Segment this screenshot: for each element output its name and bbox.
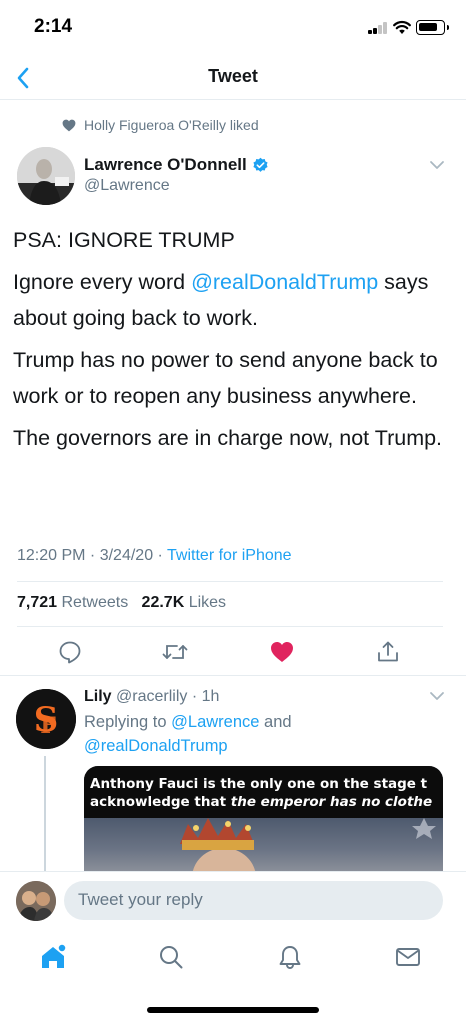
media-caption: Anthony Fauci is the only one on the sta… bbox=[84, 766, 443, 818]
divider bbox=[17, 626, 443, 627]
crowned-figure-image bbox=[180, 818, 436, 871]
heart-filled-icon bbox=[271, 642, 293, 662]
reply-author-name[interactable]: Lily bbox=[84, 688, 112, 705]
likes-label: Likes bbox=[188, 594, 227, 611]
sf-logo-icon: S F bbox=[16, 689, 76, 749]
media-scene bbox=[84, 818, 443, 871]
author-avatar[interactable] bbox=[17, 147, 75, 205]
tab-home[interactable] bbox=[35, 939, 71, 975]
navigation-bar: Tweet bbox=[0, 56, 466, 100]
mail-icon bbox=[396, 948, 420, 966]
tweet-paragraph: The governors are in charge now, not Tru… bbox=[13, 426, 443, 450]
reply-button[interactable] bbox=[56, 638, 84, 666]
reply-age: 1h bbox=[201, 688, 220, 705]
tweet-paragraph: Trump has no power to send anyone back t… bbox=[13, 348, 438, 408]
retweet-button[interactable] bbox=[161, 638, 189, 666]
replying-and: and bbox=[259, 713, 292, 731]
chevron-down-icon[interactable] bbox=[429, 160, 445, 170]
bell-icon bbox=[279, 946, 301, 969]
engagement-counts: 7,721 Retweets 22.7K Likes bbox=[17, 594, 226, 612]
tweet-source-link[interactable]: Twitter for iPhone bbox=[167, 547, 292, 564]
retweet-icon bbox=[162, 645, 188, 659]
comment-icon bbox=[59, 641, 81, 664]
author-handle[interactable]: @Lawrence bbox=[84, 177, 170, 195]
reply-input[interactable]: Tweet your reply bbox=[64, 881, 443, 920]
divider bbox=[0, 675, 466, 676]
tweet-paragraph: Ignore every word @realDonaldTrump says … bbox=[13, 264, 453, 336]
divider bbox=[17, 581, 443, 582]
media-caption-italic: the emperor has no clothe bbox=[230, 794, 433, 810]
thread-line bbox=[44, 756, 46, 871]
tab-messages[interactable] bbox=[390, 939, 426, 975]
reply-media-image[interactable]: Anthony Fauci is the only one on the sta… bbox=[84, 766, 443, 871]
likes-count: 22.7K bbox=[141, 594, 185, 611]
retweets-count-link[interactable]: 7,721 Retweets bbox=[17, 594, 128, 611]
svg-text:F: F bbox=[40, 713, 56, 739]
tweet-date: 3/24/20 bbox=[99, 547, 154, 564]
author-name[interactable]: Lawrence O'Donnell bbox=[84, 155, 269, 175]
author-photo bbox=[17, 147, 75, 205]
cellular-signal-icon bbox=[368, 22, 388, 34]
current-user-photo bbox=[16, 881, 56, 921]
author-name-text: Lawrence O'Donnell bbox=[84, 155, 247, 174]
mention-link[interactable]: @realDonaldTrump bbox=[191, 270, 378, 294]
share-button[interactable] bbox=[374, 638, 402, 666]
reply-author-avatar[interactable]: S F bbox=[16, 689, 76, 749]
liked-by-text: Holly Figueroa O'Reilly liked bbox=[84, 117, 259, 133]
tab-bar bbox=[0, 929, 466, 1023]
home-icon bbox=[42, 943, 67, 968]
status-time: 2:14 bbox=[34, 16, 73, 37]
battery-icon bbox=[416, 20, 449, 35]
replying-mention-link[interactable]: @realDonaldTrump bbox=[84, 737, 228, 755]
tweet-timestamp: 12:20 PM · 3/24/20 · Twitter for iPhone bbox=[17, 547, 292, 564]
wifi-icon bbox=[393, 21, 411, 34]
like-button[interactable] bbox=[268, 638, 296, 666]
liked-by-context[interactable]: Holly Figueroa O'Reilly liked bbox=[62, 116, 259, 134]
media-caption-text: acknowledge that bbox=[90, 794, 231, 810]
chevron-down-icon[interactable] bbox=[429, 691, 445, 701]
verified-badge-icon bbox=[252, 157, 269, 174]
replying-mention-link[interactable]: @Lawrence bbox=[171, 713, 259, 731]
text-span: Ignore every word bbox=[13, 270, 192, 294]
media-caption-line: Anthony Fauci is the only one on the sta… bbox=[90, 776, 428, 792]
retweets-label: Retweets bbox=[61, 594, 129, 611]
reply-author-handle[interactable]: @racerlily bbox=[116, 688, 187, 705]
home-indicator[interactable] bbox=[147, 1007, 319, 1013]
search-icon bbox=[160, 946, 183, 969]
replying-to: Replying to @Lawrence and @realDonaldTru… bbox=[84, 710, 424, 758]
media-caption-line: acknowledge that the emperor has no clot… bbox=[90, 793, 439, 811]
tab-search[interactable] bbox=[153, 939, 189, 975]
tweet-text: PSA: IGNORE TRUMP Ignore every word @rea… bbox=[13, 222, 453, 462]
page-title: Tweet bbox=[208, 66, 258, 86]
current-user-avatar[interactable] bbox=[16, 881, 56, 921]
retweets-count: 7,721 bbox=[17, 594, 58, 611]
likes-count-link[interactable]: 22.7K Likes bbox=[142, 594, 227, 611]
reply-composer: Tweet your reply bbox=[0, 871, 466, 929]
share-icon bbox=[378, 641, 398, 662]
tweet-time: 12:20 PM bbox=[17, 547, 86, 564]
replying-prefix: Replying to bbox=[84, 713, 172, 731]
tab-notifications[interactable] bbox=[272, 939, 308, 975]
heart-icon bbox=[62, 119, 76, 131]
tweet-paragraph: PSA: IGNORE TRUMP bbox=[13, 228, 235, 252]
status-bar: 2:14 bbox=[0, 0, 466, 56]
reply-header: Lily @racerlily · 1h bbox=[84, 688, 220, 705]
